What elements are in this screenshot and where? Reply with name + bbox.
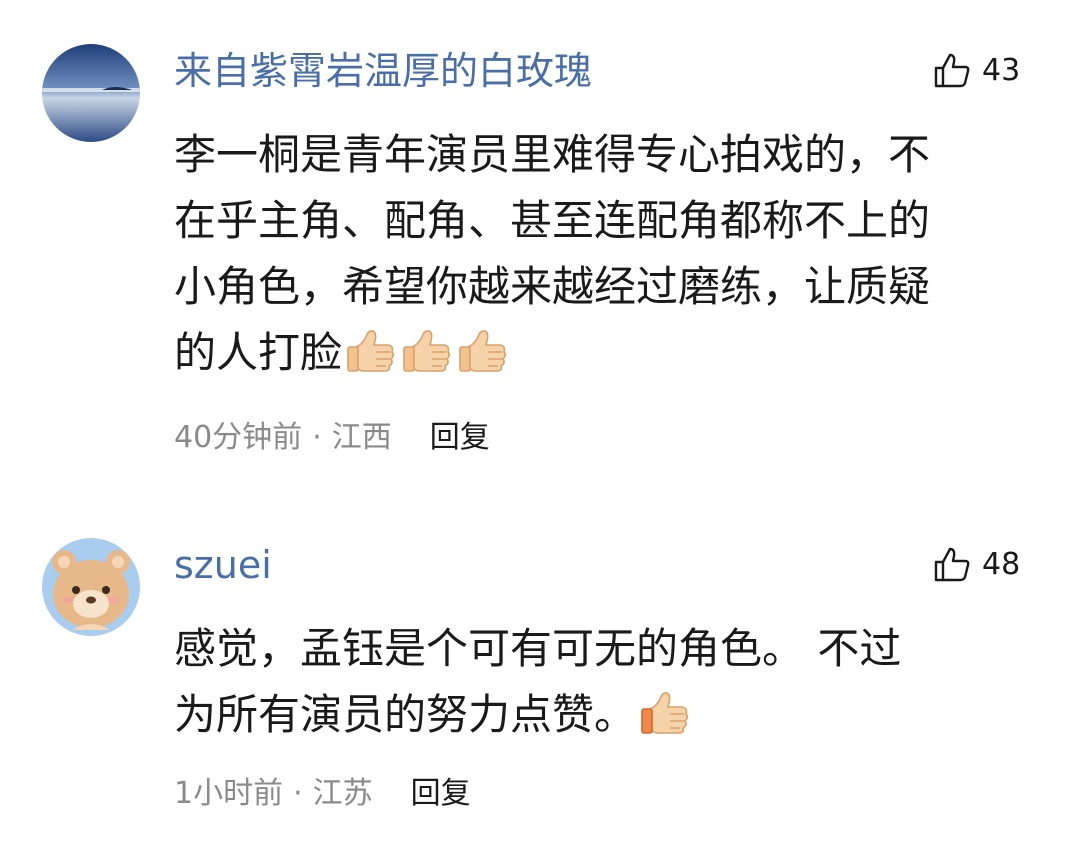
avatar[interactable]: [42, 538, 140, 636]
like-count: 48: [982, 547, 1021, 582]
comment-meta: 1小时前 · 江苏 回复: [174, 772, 471, 816]
reply-button[interactable]: 回复: [411, 772, 471, 816]
meta-separator: ·: [293, 776, 303, 811]
comment-meta: 40分钟前 · 江西 回复: [174, 416, 490, 460]
username[interactable]: 来自紫霄岩温厚的白玫瑰: [174, 46, 592, 96]
username[interactable]: szuei: [174, 540, 272, 590]
comment-line: 小角色，希望你越来越经过磨练，让质疑: [174, 262, 931, 311]
comment-location: 江苏: [312, 776, 373, 811]
comment-line: 为所有演员的努力点赞。: [174, 690, 637, 739]
like-button[interactable]: 48: [932, 540, 1020, 590]
avatar[interactable]: [42, 44, 140, 142]
comment-line-last: 的人打脸: [174, 320, 1034, 386]
comment-line: 的人打脸: [174, 328, 343, 377]
like-button[interactable]: 43: [932, 46, 1020, 96]
comment-line-last: 为所有演员的努力点赞。: [174, 682, 1034, 748]
comment-line: 在乎主角、配角、甚至连配角都称不上的: [174, 196, 931, 245]
comment-time: 40分钟前: [174, 420, 303, 455]
meta-separator: ·: [312, 420, 322, 455]
thumbs-up-icon: [402, 325, 454, 375]
comment-line: 李一桐是青年演员里难得专心拍戏的，不: [174, 130, 931, 179]
comment-time: 1小时前: [174, 776, 284, 811]
thumbs-up-outline-icon: [932, 545, 972, 585]
thumbs-up-icon: [346, 325, 398, 375]
thumbs-up-outline-icon: [932, 51, 972, 91]
reply-button[interactable]: 回复: [430, 416, 490, 460]
like-count: 43: [982, 53, 1021, 88]
thumbs-up-icon: [640, 687, 692, 737]
thumbs-up-icon: [458, 325, 510, 375]
comment-line: 感觉，孟钰是个可有可无的角色。 不过: [174, 624, 902, 673]
comment-text: 李一桐是青年演员里难得专心拍戏的，不 在乎主角、配角、甚至连配角都称不上的 小角…: [174, 122, 1034, 386]
comment-location: 江西: [331, 420, 392, 455]
comment-text: 感觉，孟钰是个可有可无的角色。 不过 为所有演员的努力点赞。: [174, 616, 1034, 748]
